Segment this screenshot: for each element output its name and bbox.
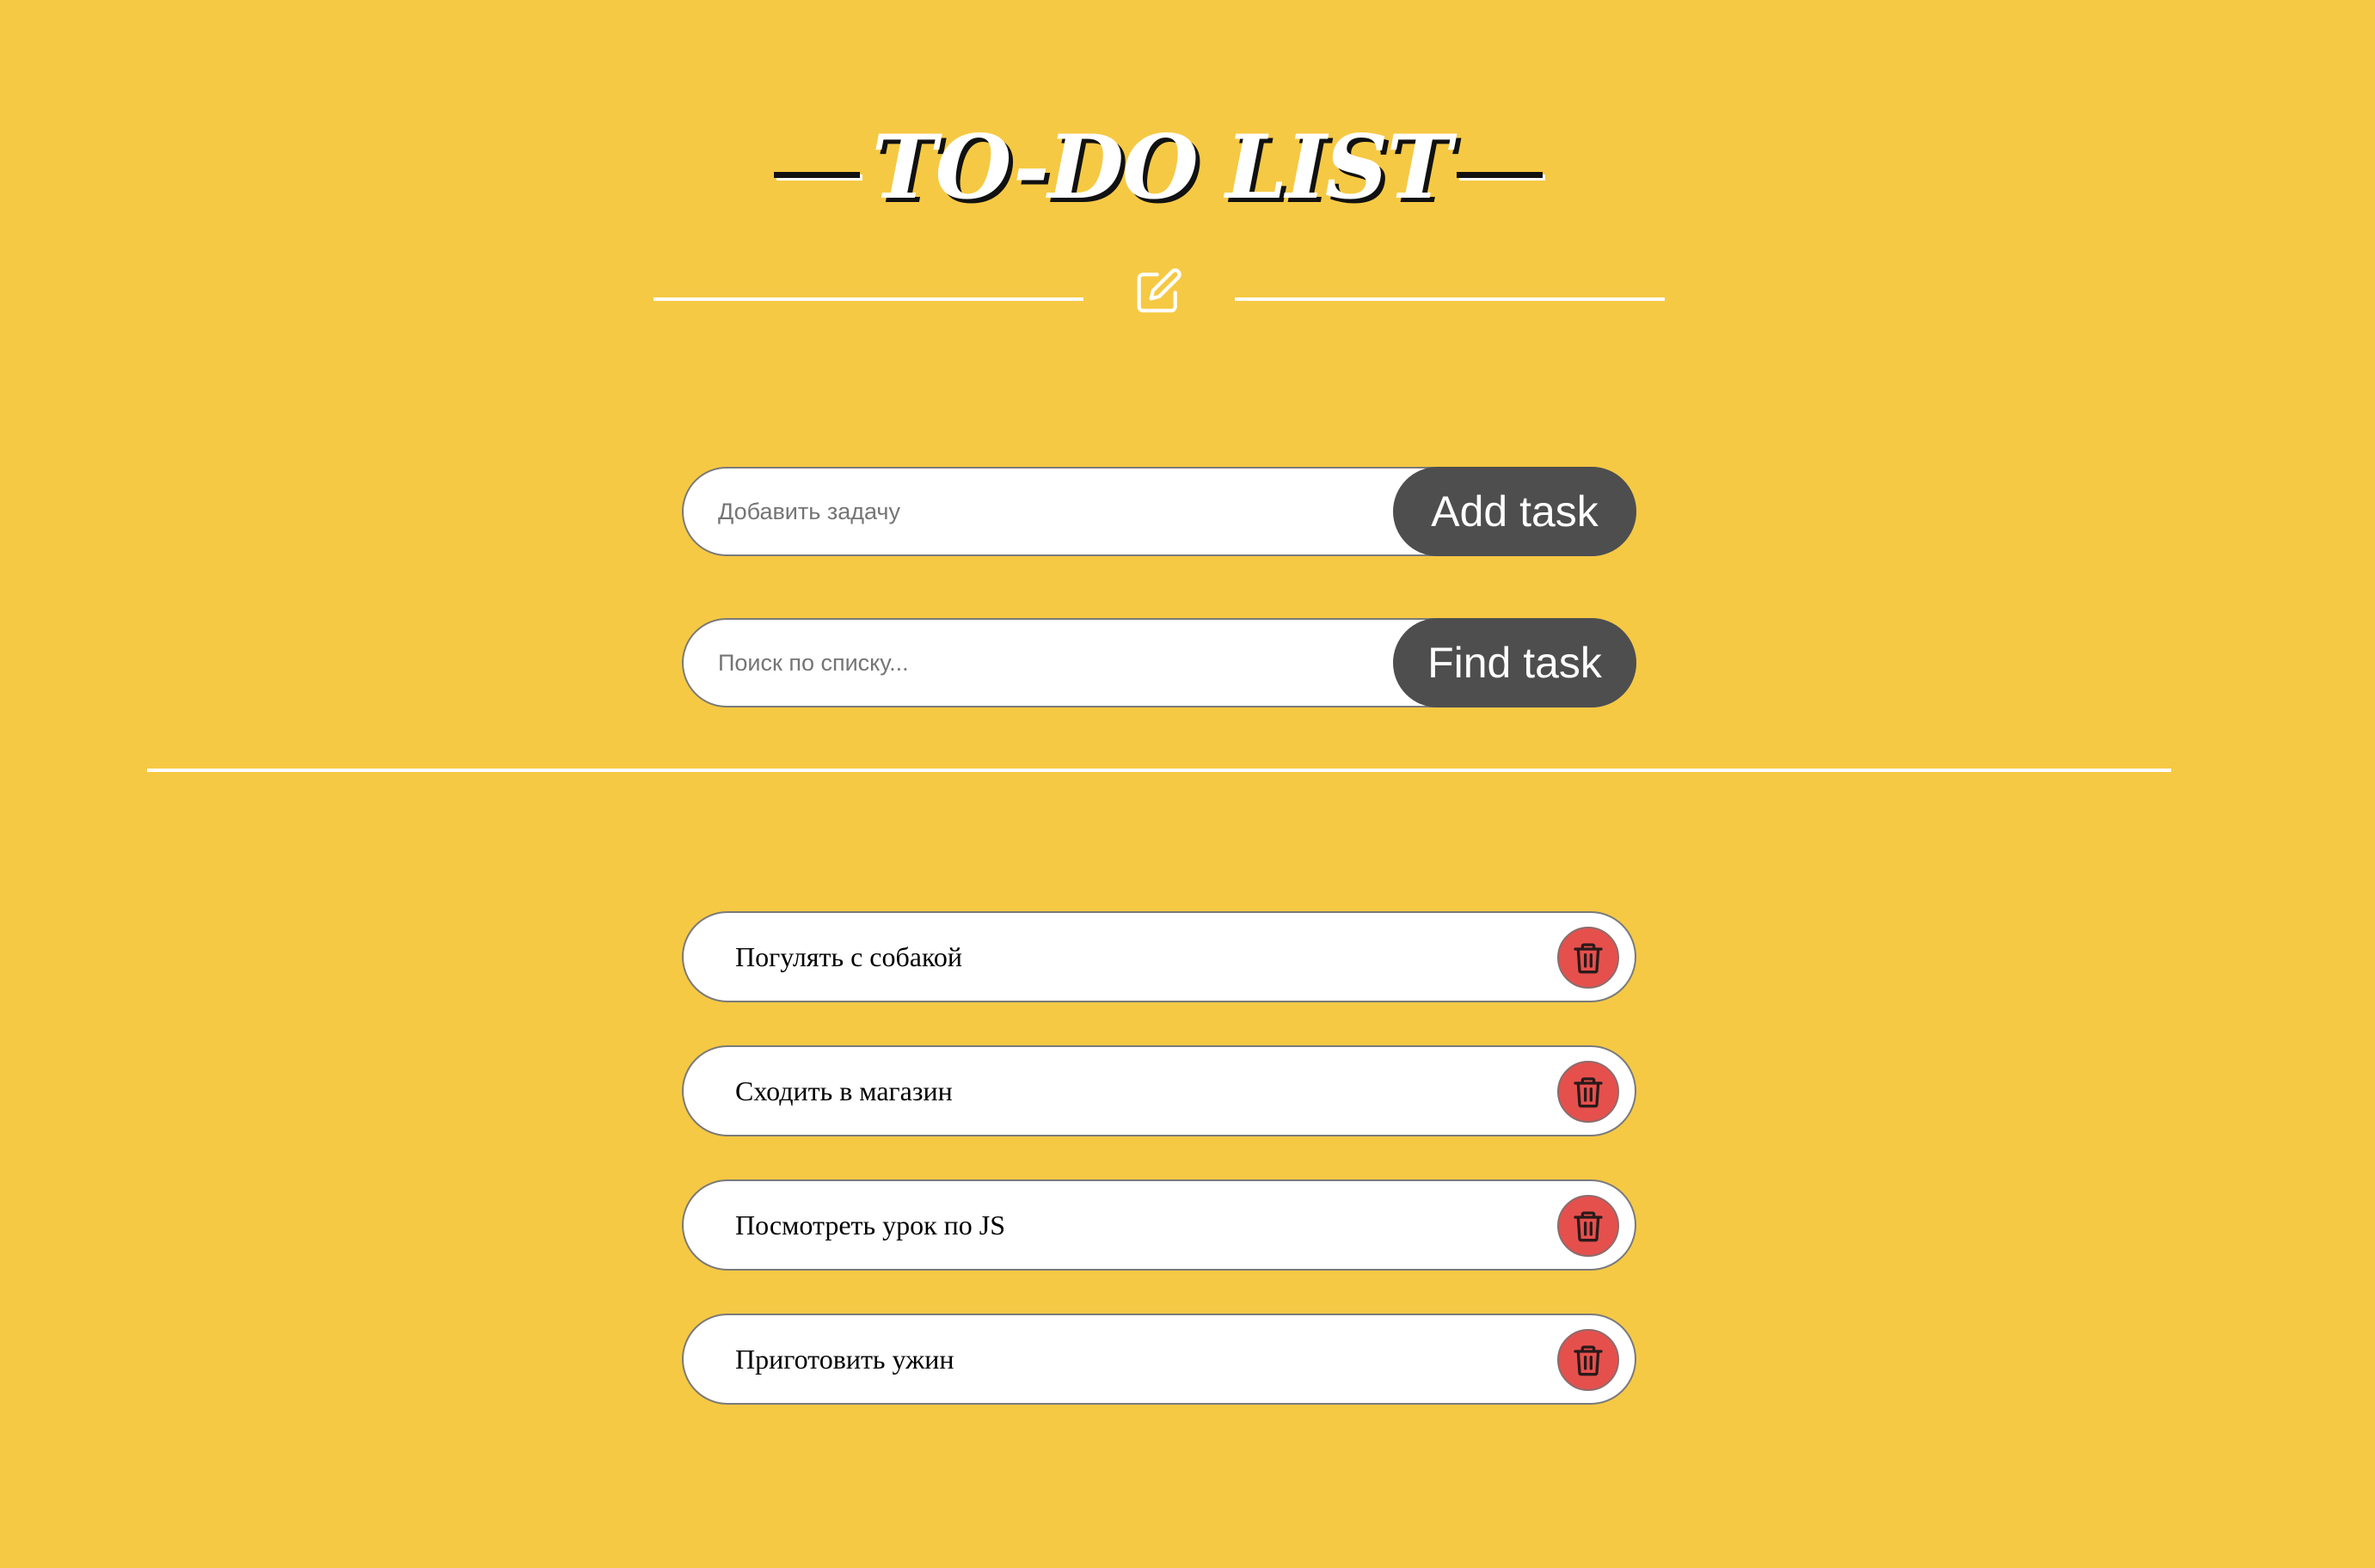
- trash-icon: [1574, 943, 1603, 974]
- delete-task-button[interactable]: [1557, 927, 1619, 989]
- section-divider: [147, 769, 2171, 772]
- task-item: Посмотреть урок по JS: [682, 1179, 1636, 1271]
- task-text: Посмотреть урок по JS: [735, 1210, 1006, 1240]
- task-item: Погулять с собакой: [682, 911, 1636, 1002]
- task-item: Сходить в магазин: [682, 1045, 1636, 1136]
- add-task-button[interactable]: Add task: [1393, 467, 1636, 556]
- task-text: Сходить в магазин: [735, 1075, 953, 1106]
- header: TO-DO LIST: [0, 103, 2322, 232]
- delete-task-button[interactable]: [1557, 1061, 1619, 1123]
- delete-task-button[interactable]: [1557, 1329, 1619, 1391]
- add-task-form: Add task: [682, 467, 1636, 556]
- title-dash-right: [1457, 172, 1543, 178]
- edit-icon: [1137, 268, 1181, 313]
- header-divider-right: [1235, 297, 1665, 301]
- task-text: Погулять с собакой: [735, 941, 963, 972]
- trash-icon: [1574, 1077, 1603, 1108]
- task-text: Приготовить ужин: [735, 1344, 954, 1375]
- trash-icon: [1574, 1345, 1603, 1376]
- header-divider-left: [654, 297, 1083, 301]
- find-task-button[interactable]: Find task: [1393, 618, 1636, 707]
- search-form: Find task: [682, 618, 1636, 707]
- delete-task-button[interactable]: [1557, 1195, 1619, 1257]
- task-item: Приготовить ужин: [682, 1314, 1636, 1405]
- title-dash-left: [774, 172, 860, 178]
- trash-icon: [1574, 1211, 1603, 1242]
- page-title: TO-DO LIST: [871, 116, 1452, 219]
